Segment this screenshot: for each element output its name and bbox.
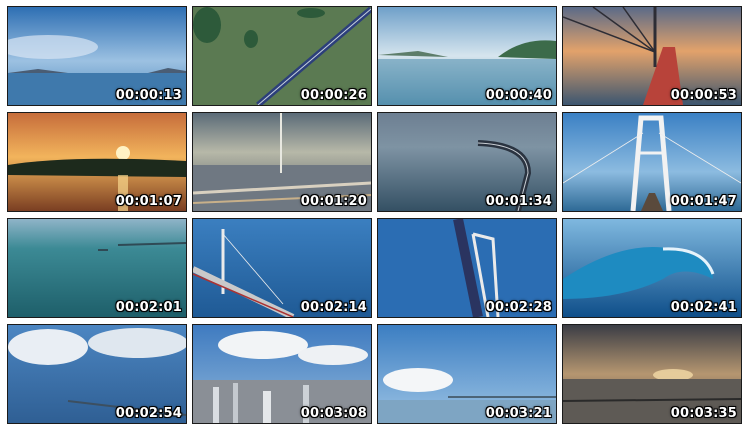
timestamp-label: 00:03:08 bbox=[300, 406, 367, 421]
thumbnail-3[interactable]: 00:00:40 bbox=[377, 6, 557, 106]
timestamp-label: 00:00:53 bbox=[670, 88, 737, 103]
timestamp-label: 00:00:13 bbox=[115, 88, 182, 103]
thumbnail-12[interactable]: 00:02:41 bbox=[562, 218, 742, 318]
thumbnail-grid: 00:00:13 00:00:26 00:00:40 00:00:53 00:0… bbox=[0, 0, 750, 434]
thumbnail-1[interactable]: 00:00:13 bbox=[7, 6, 187, 106]
timestamp-label: 00:02:28 bbox=[485, 300, 552, 315]
timestamp-label: 00:03:35 bbox=[670, 406, 737, 421]
thumbnail-11[interactable]: 00:02:28 bbox=[377, 218, 557, 318]
timestamp-label: 00:01:34 bbox=[485, 194, 552, 209]
thumbnail-9[interactable]: 00:02:01 bbox=[7, 218, 187, 318]
thumbnail-5[interactable]: 00:01:07 bbox=[7, 112, 187, 212]
timestamp-label: 00:02:01 bbox=[115, 300, 182, 315]
timestamp-label: 00:00:26 bbox=[300, 88, 367, 103]
thumbnail-7[interactable]: 00:01:34 bbox=[377, 112, 557, 212]
thumbnail-10[interactable]: 00:02:14 bbox=[192, 218, 372, 318]
timestamp-label: 00:01:47 bbox=[670, 194, 737, 209]
timestamp-label: 00:02:41 bbox=[670, 300, 737, 315]
timestamp-label: 00:02:54 bbox=[115, 406, 182, 421]
thumbnail-2[interactable]: 00:00:26 bbox=[192, 6, 372, 106]
thumbnail-4[interactable]: 00:00:53 bbox=[562, 6, 742, 106]
thumbnail-13[interactable]: 00:02:54 bbox=[7, 324, 187, 424]
timestamp-label: 00:01:20 bbox=[300, 194, 367, 209]
thumbnail-14[interactable]: 00:03:08 bbox=[192, 324, 372, 424]
timestamp-label: 00:02:14 bbox=[300, 300, 367, 315]
timestamp-label: 00:01:07 bbox=[115, 194, 182, 209]
thumbnail-15[interactable]: 00:03:21 bbox=[377, 324, 557, 424]
thumbnail-8[interactable]: 00:01:47 bbox=[562, 112, 742, 212]
thumbnail-16[interactable]: 00:03:35 bbox=[562, 324, 742, 424]
thumbnail-6[interactable]: 00:01:20 bbox=[192, 112, 372, 212]
timestamp-label: 00:03:21 bbox=[485, 406, 552, 421]
timestamp-label: 00:00:40 bbox=[485, 88, 552, 103]
